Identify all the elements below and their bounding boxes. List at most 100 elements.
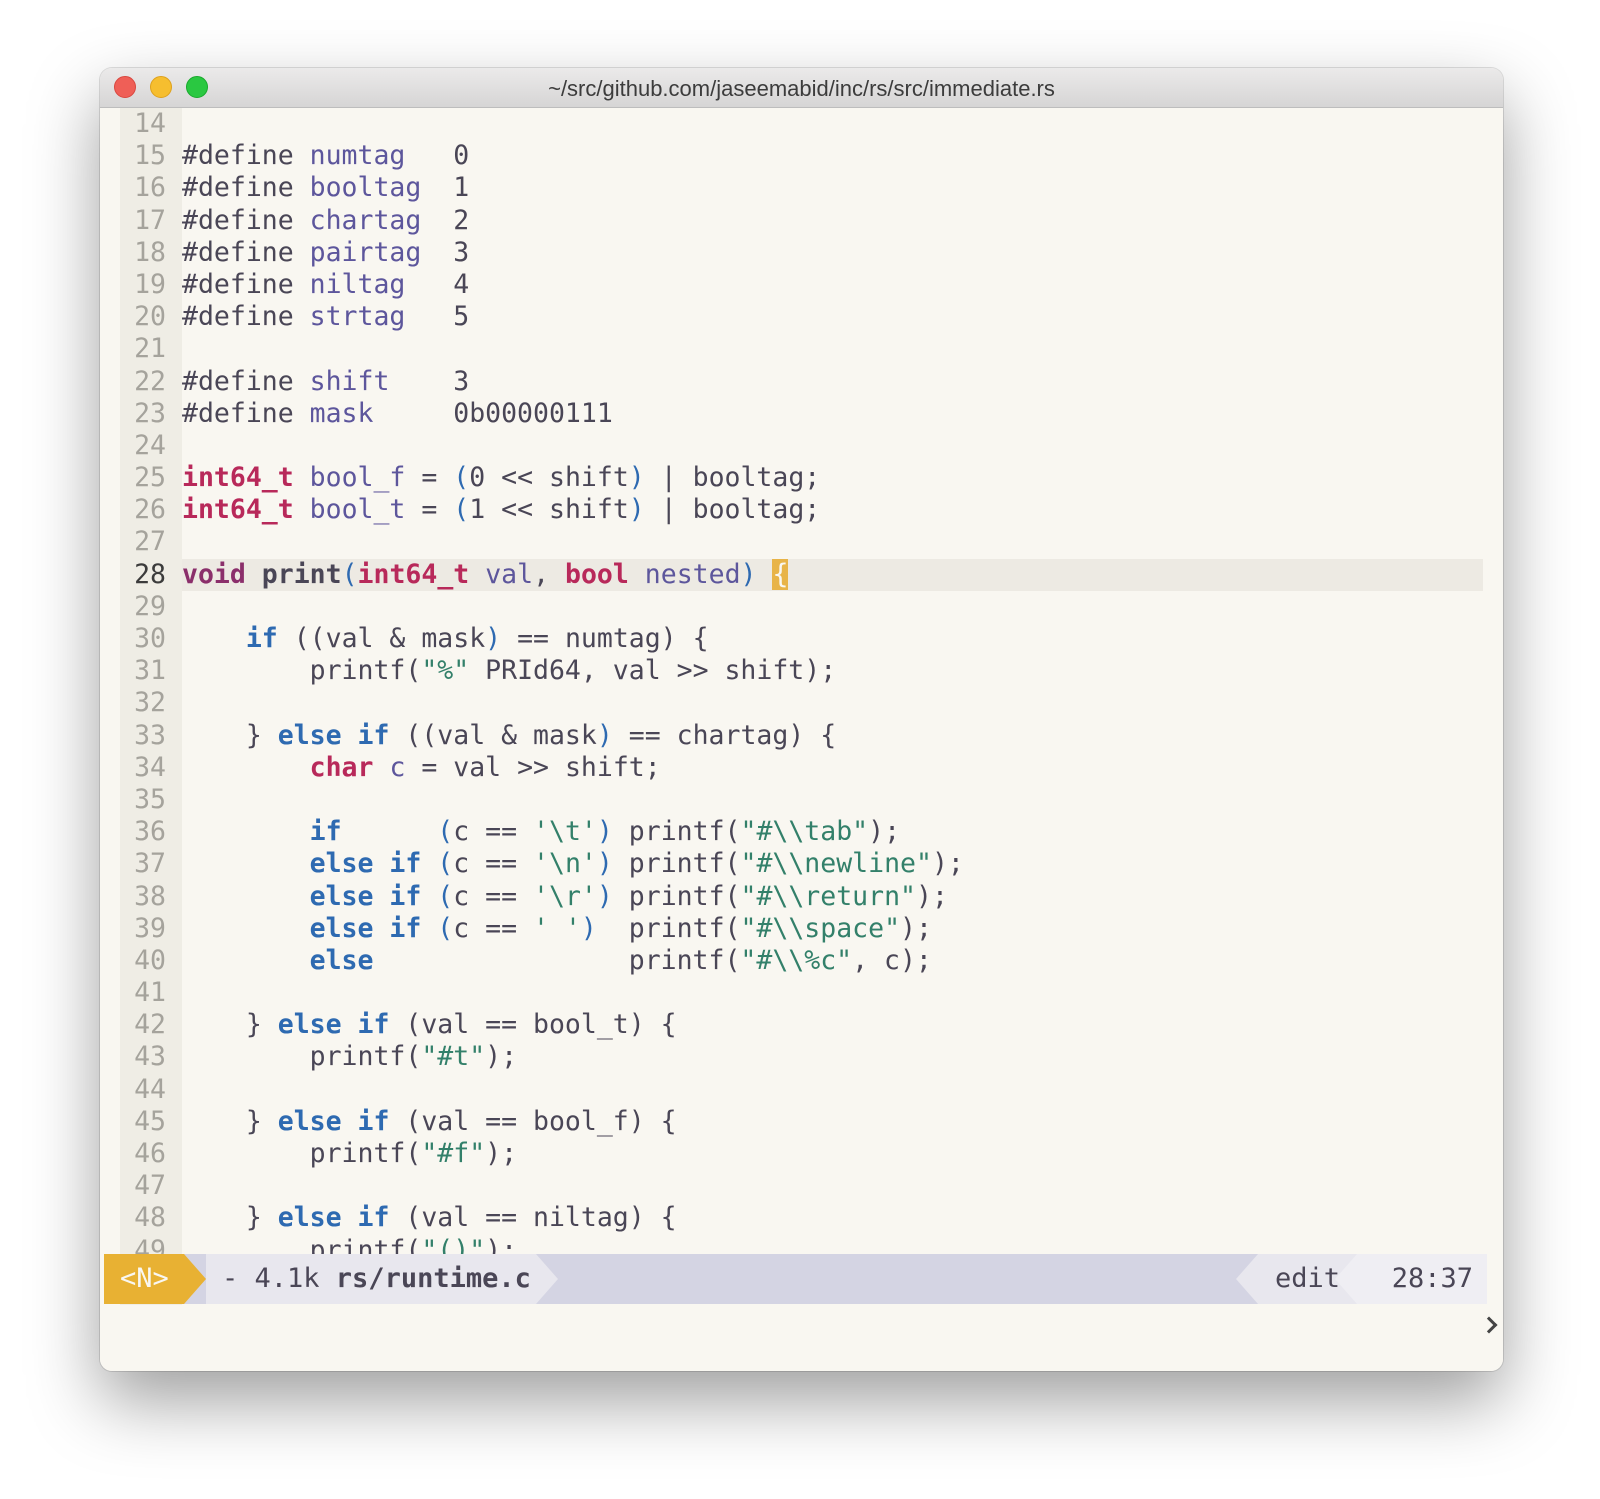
code-line[interactable]: 26 int64_t bool_t = (1 << shift) | boolta…: [120, 494, 1483, 526]
code-token: "#\\space": [740, 912, 901, 944]
code-line[interactable]: 46 printf("#f");: [120, 1138, 1483, 1170]
code-line[interactable]: 16 #define booltag 1: [120, 172, 1483, 204]
code-line[interactable]: 23 #define mask 0b00000111: [120, 398, 1483, 430]
code-line[interactable]: 41: [120, 977, 1483, 1009]
code-token: 0b00000111: [373, 397, 613, 429]
code-token: void: [182, 558, 246, 590]
code-token: (: [453, 462, 470, 494]
code-line[interactable]: 28 void print(int64_t val, bool nested) {: [120, 558, 1483, 592]
code-token: printf(: [612, 816, 741, 848]
code-token: (val == bool_f) {: [389, 1105, 677, 1137]
code-token: (val == niltag) {: [389, 1202, 677, 1234]
line-source: int64_t bool_f = (0 << shift) | booltag;: [182, 462, 820, 494]
code-line[interactable]: 37 else if (c == '\n') printf("#\\newlin…: [120, 848, 1483, 880]
code-line[interactable]: 35: [120, 784, 1483, 816]
line-number: 46: [134, 1138, 166, 1169]
line-number: 22: [134, 365, 166, 397]
code-line[interactable]: 18 #define pairtag 3: [120, 237, 1483, 269]
line-source: #define niltag 4: [182, 269, 469, 301]
code-line[interactable]: 17 #define chartag 2: [120, 205, 1483, 237]
file-name: rs/runtime.c: [335, 1263, 531, 1294]
code-token: =: [405, 462, 454, 494]
code-token: printf(: [182, 1041, 422, 1073]
line-number: 36: [134, 816, 166, 848]
code-token: printf(: [182, 1138, 422, 1169]
code-token: '\n': [533, 848, 597, 880]
code-line[interactable]: 14: [120, 108, 1483, 140]
code-token: ): [596, 848, 613, 880]
line-source: #define strtag 5: [182, 301, 469, 333]
code-line[interactable]: 21: [120, 333, 1483, 365]
code-token: == numtag) {: [501, 623, 709, 654]
code-line[interactable]: 47: [120, 1170, 1483, 1202]
code-line[interactable]: 42 } else if (val == bool_t) {: [120, 1009, 1483, 1041]
line-source: else if (c == '\n') printf("#\\newline")…: [182, 848, 964, 880]
code-line[interactable]: 36 if (c == '\t') printf("#\\tab");: [120, 816, 1483, 848]
code-token: ' ': [533, 912, 581, 944]
code-token: chartag: [309, 204, 422, 236]
line-number: 25: [134, 462, 166, 494]
code-editor[interactable]: 14 15 #define numtag 0 16 #define booltag 11…: [100, 108, 1503, 1352]
code-token: printf(: [612, 848, 741, 880]
code-line[interactable]: 19 #define niltag 4: [120, 269, 1483, 301]
code-token: }: [182, 1009, 278, 1041]
code-token: );: [900, 912, 932, 944]
code-token: (val == bool_t) {: [389, 1009, 677, 1041]
line-source: } else if (val == niltag) {: [182, 1202, 677, 1234]
code-token: else if: [277, 1202, 390, 1234]
line-number: 20: [134, 301, 166, 333]
code-token: 1: [421, 172, 470, 204]
code-line[interactable]: 25 int64_t bool_f = (0 << shift) | boolta…: [120, 462, 1483, 494]
line-number: 34: [134, 751, 166, 783]
line-source: else if (c == '\r') printf("#\\return");: [182, 881, 948, 913]
line-source: printf("%" PRId64, val >> shift);: [182, 655, 837, 687]
code-line[interactable]: 39 else if (c == ' ') printf("#\\space")…: [120, 913, 1483, 945]
code-line[interactable]: 29: [120, 591, 1483, 623]
line-number: 38: [134, 880, 166, 912]
code-line[interactable]: 30 if ((val & mask) == numtag) {: [120, 623, 1483, 655]
code-line[interactable]: 40 else printf("#\\%c", c);: [120, 945, 1483, 977]
line-number: 42: [134, 1009, 166, 1041]
line-source: } else if ((val & mask) == chartag) {: [182, 720, 836, 752]
code-token: );: [485, 1138, 518, 1169]
code-token: , c);: [852, 944, 932, 976]
code-token: =: [405, 494, 454, 526]
code-line[interactable]: 48 } else if (val == niltag) {: [120, 1202, 1483, 1234]
code-line[interactable]: 32: [120, 687, 1483, 719]
code-line[interactable]: 15 #define numtag 0: [120, 140, 1483, 172]
code-token: else if: [277, 1009, 390, 1041]
code-token: == chartag) {: [612, 719, 837, 751]
code-line[interactable]: 33 } else if ((val & mask) == chartag) {: [120, 720, 1483, 752]
code-area[interactable]: 14 15 #define numtag 0 16 #define booltag 11…: [120, 108, 1483, 1299]
code-token: "#\\tab": [740, 816, 869, 848]
position-separator: [1335, 1254, 1357, 1304]
code-line[interactable]: 22 #define shift 3: [120, 366, 1483, 398]
file-separator: [536, 1254, 558, 1304]
command-line[interactable]: [100, 1305, 1503, 1371]
code-token: }: [182, 1105, 278, 1137]
code-line[interactable]: 20 #define strtag 5: [120, 301, 1483, 333]
code-line[interactable]: 38 else if (c == '\r') printf("#\\return…: [120, 881, 1483, 913]
code-line[interactable]: 31 printf("%" PRId64, val >> shift);: [120, 655, 1483, 687]
code-line[interactable]: 45 } else if (val == bool_f) {: [120, 1106, 1483, 1138]
code-token: 4: [405, 268, 470, 300]
code-token: printf(: [182, 655, 422, 687]
code-line[interactable]: 34 char c = val >> shift;: [120, 752, 1483, 784]
code-line[interactable]: 44: [120, 1074, 1483, 1106]
cursor-position: 28:37: [1357, 1254, 1487, 1304]
code-line[interactable]: 27: [120, 526, 1483, 558]
line-source: else if (c == ' ') printf("#\\space");: [182, 913, 932, 945]
code-token: ): [628, 462, 645, 494]
line-number: 24: [134, 429, 166, 461]
code-token: shift: [309, 365, 390, 397]
code-line[interactable]: 24: [120, 430, 1483, 462]
code-line[interactable]: 43 printf("#t");: [120, 1041, 1483, 1073]
code-token: int64_t: [182, 494, 294, 526]
code-token: 0: [405, 140, 470, 172]
code-token: c ==: [453, 880, 534, 912]
